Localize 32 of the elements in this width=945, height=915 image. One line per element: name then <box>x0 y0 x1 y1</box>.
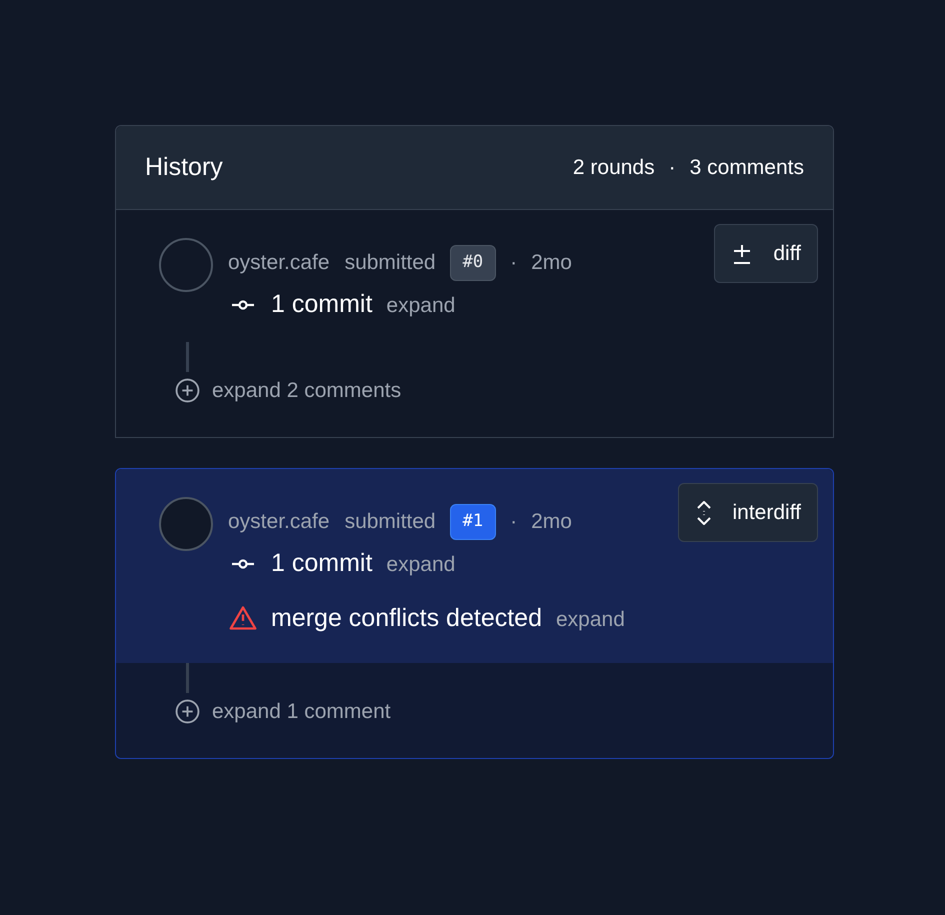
expand-comments-button[interactable]: expand 1 comment <box>175 696 833 728</box>
comments-count: 3 comments <box>690 154 804 181</box>
action-label: submitted <box>344 509 436 536</box>
plus-circle-icon <box>175 378 200 403</box>
age-label: 2mo <box>531 250 572 276</box>
expand-link[interactable]: expand <box>386 549 456 580</box>
separator-dot: · <box>510 509 518 536</box>
action-label: submitted <box>344 250 436 276</box>
plus-circle-icon <box>175 699 200 724</box>
expand-comments-button[interactable]: expand 2 comments <box>175 374 833 406</box>
author-name[interactable]: oyster.cafe <box>228 506 330 538</box>
commit-count: 1 commit <box>271 548 372 579</box>
warning-icon <box>229 605 257 632</box>
commit-count: 1 commit <box>271 289 372 320</box>
history-title: History <box>145 152 223 183</box>
expand-link[interactable]: expand <box>556 604 625 635</box>
avatar[interactable] <box>159 497 213 551</box>
commit-icon <box>231 298 255 311</box>
separator-dot: · <box>510 250 518 276</box>
interdiff-button[interactable]: interdiff <box>678 483 818 542</box>
author-name[interactable]: oyster.cafe <box>228 247 330 279</box>
rounds-count: 2 rounds <box>572 154 655 181</box>
expand-link[interactable]: expand <box>386 290 456 322</box>
avatar[interactable] <box>159 238 213 292</box>
separator-dot: · <box>668 154 676 181</box>
diff-button[interactable]: diff <box>714 224 818 283</box>
round-badge[interactable]: #1 <box>450 504 496 540</box>
age-label: 2mo <box>531 509 572 536</box>
conflict-label: merge conflicts detected <box>271 602 542 634</box>
expand-vertical-icon <box>694 500 712 526</box>
round-badge[interactable]: #0 <box>450 245 496 281</box>
commit-icon <box>231 558 255 570</box>
